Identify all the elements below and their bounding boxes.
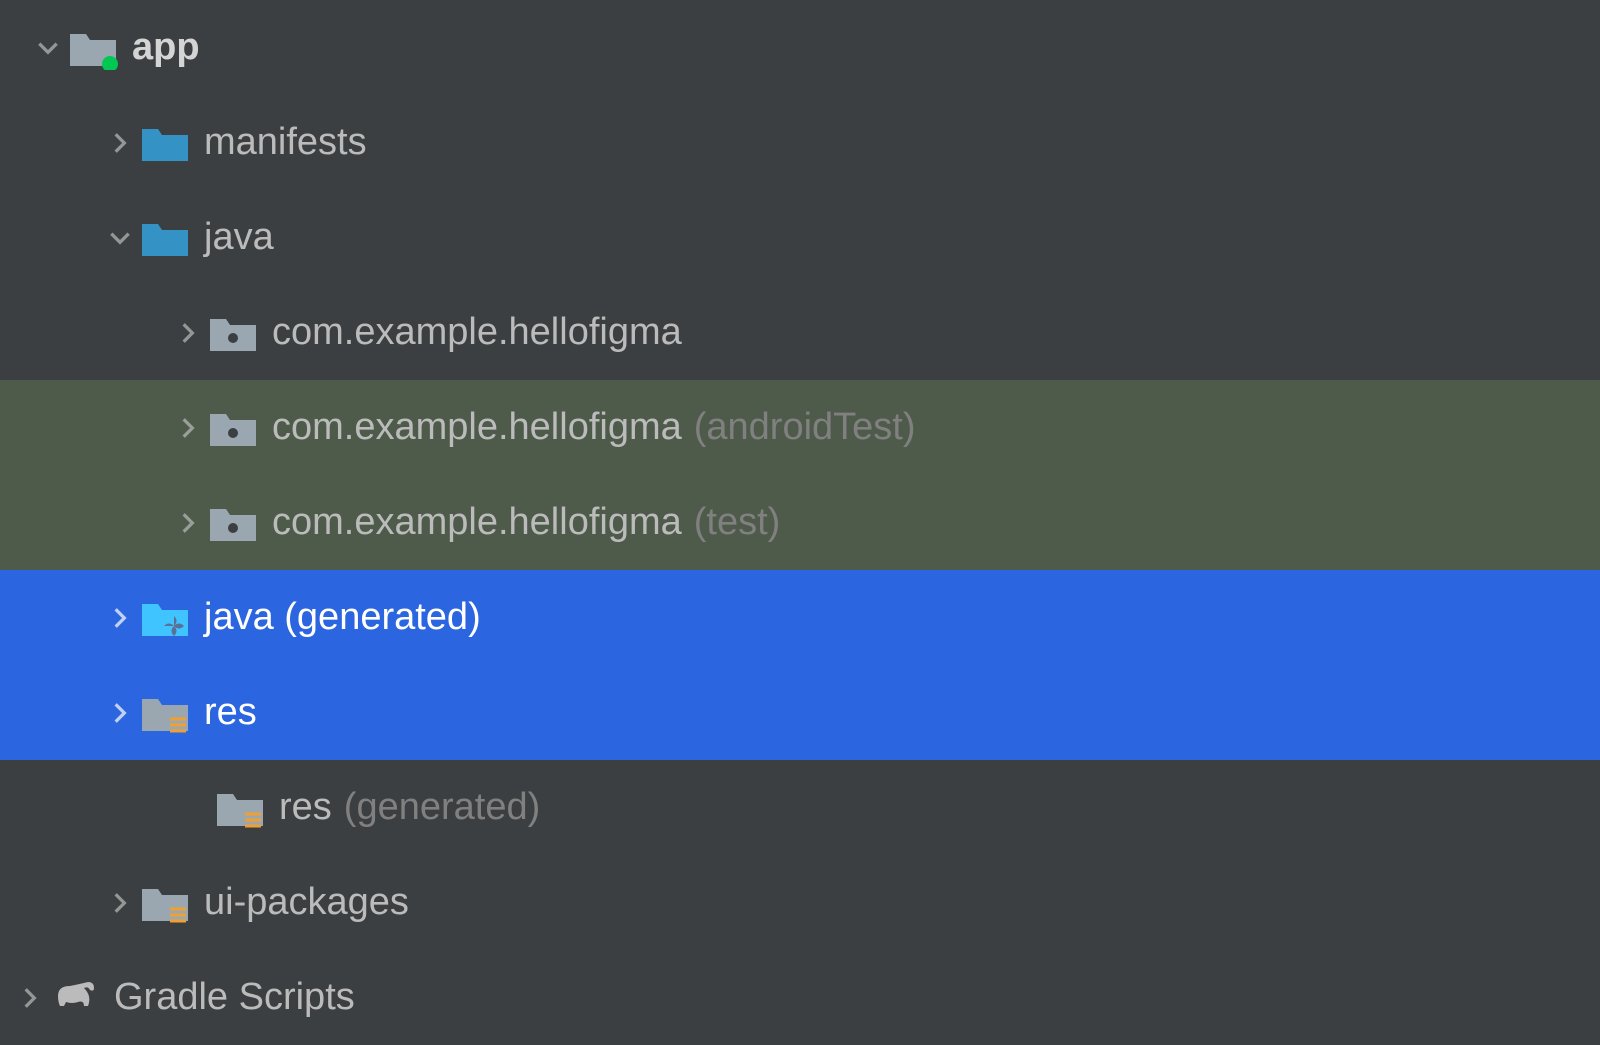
resource-folder-icon <box>140 881 190 925</box>
tree-label: java <box>204 216 274 259</box>
tree-item-ui-packages[interactable]: ui-packages <box>0 855 1600 950</box>
chevron-right-icon <box>100 598 140 638</box>
package-folder-icon <box>208 406 258 450</box>
package-folder-icon <box>208 311 258 355</box>
tree-label-suffix: (androidTest) <box>694 406 916 449</box>
chevron-right-icon <box>10 978 50 1018</box>
tree-item-app[interactable]: app <box>0 0 1600 95</box>
chevron-right-icon <box>100 123 140 163</box>
chevron-right-icon <box>168 503 208 543</box>
tree-label: com.example.hellofigma <box>272 501 682 544</box>
tree-label: app <box>132 26 200 69</box>
chevron-right-icon <box>100 883 140 923</box>
project-tree: app manifests java <box>0 0 1600 1045</box>
gradle-elephant-icon <box>50 976 100 1020</box>
chevron-right-icon <box>100 693 140 733</box>
chevron-down-icon <box>100 218 140 258</box>
tree-item-package-test[interactable]: com.example.hellofigma (test) <box>0 475 1600 570</box>
tree-item-res-generated[interactable]: res (generated) <box>0 760 1600 855</box>
tree-label-suffix: (generated) <box>344 786 540 829</box>
resource-folder-icon <box>140 691 190 735</box>
generated-folder-icon <box>140 596 190 640</box>
folder-icon <box>140 216 190 260</box>
chevron-down-icon <box>28 28 68 68</box>
tree-item-package-main[interactable]: com.example.hellofigma <box>0 285 1600 380</box>
tree-label: res <box>204 691 257 734</box>
resource-folder-icon <box>215 786 265 830</box>
tree-item-package-android-test[interactable]: com.example.hellofigma (androidTest) <box>0 380 1600 475</box>
tree-item-gradle-scripts[interactable]: Gradle Scripts <box>0 950 1600 1045</box>
tree-item-java[interactable]: java <box>0 190 1600 285</box>
package-folder-icon <box>208 501 258 545</box>
tree-item-manifests[interactable]: manifests <box>0 95 1600 190</box>
folder-icon <box>140 121 190 165</box>
tree-label-suffix: (test) <box>694 501 781 544</box>
tree-label: com.example.hellofigma <box>272 406 682 449</box>
tree-label: res <box>279 786 332 829</box>
chevron-right-icon <box>168 408 208 448</box>
module-folder-icon <box>68 26 118 70</box>
tree-item-res[interactable]: res <box>0 665 1600 760</box>
tree-label: Gradle Scripts <box>114 976 355 1019</box>
tree-label: com.example.hellofigma <box>272 311 682 354</box>
chevron-right-icon <box>168 313 208 353</box>
tree-label: java (generated) <box>204 596 481 639</box>
tree-label: manifests <box>204 121 367 164</box>
tree-item-java-generated[interactable]: java (generated) <box>0 570 1600 665</box>
tree-label: ui-packages <box>204 881 409 924</box>
